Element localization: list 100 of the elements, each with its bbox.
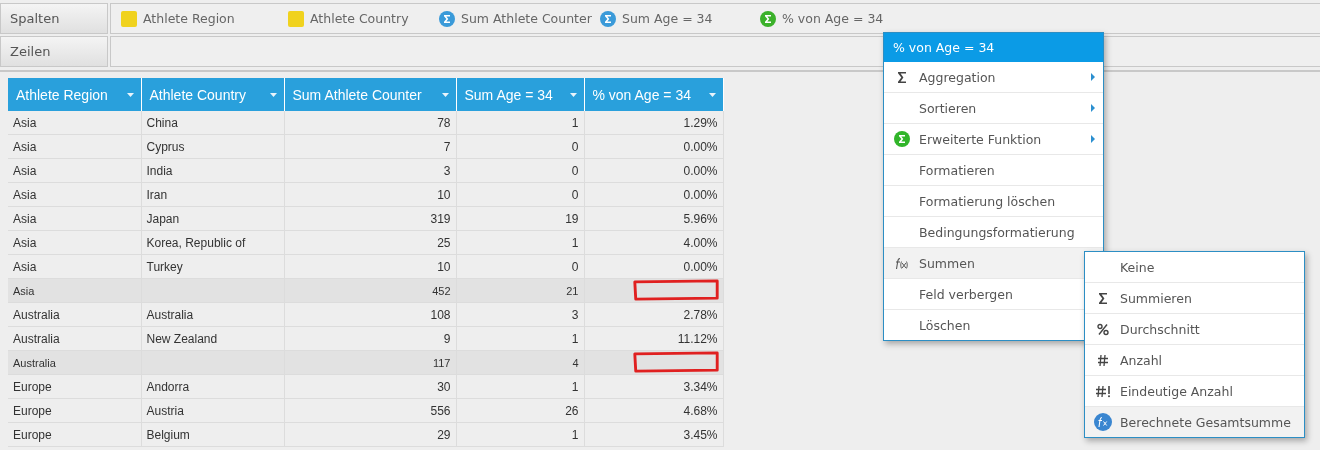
table-cell: 3 [443,163,451,178]
table-cell: 25 [437,235,451,250]
sigma-icon [439,10,455,27]
menu-item[interactable]: Keine [1085,252,1304,283]
table-cell: China [146,115,178,130]
hash-icon [1096,353,1109,367]
shelf-label: Zeilen [0,36,108,67]
subtotal-cell: Australia [13,356,56,369]
shelf-label: Spalten [0,3,108,34]
menu-item[interactable]: Durchschnitt [1085,314,1304,345]
table-cell: Asia [13,163,37,178]
table-cell: 2.78% [683,307,718,322]
table-cell: Asia [13,115,37,130]
sigma-icon [1097,291,1108,305]
table-cell: New Zealand [146,331,218,346]
menu-item[interactable]: Formatieren [884,155,1103,186]
table-cell: Belgium [146,427,190,442]
table-cell: Europe [13,427,52,442]
field-chip[interactable]: Sum Age = 34 [622,11,713,26]
menu-item[interactable]: Berechnete Gesamtsumme [1085,407,1304,437]
table-cell: 0 [571,187,579,202]
function-icon [894,255,909,271]
sigma-icon [760,10,776,27]
table-cell: 3.45% [683,427,718,442]
table-cell: 4.00% [683,235,718,250]
function-icon [1093,413,1112,431]
caret-icon [708,93,716,97]
table-cell: 19 [565,211,579,226]
table-cell: 26 [565,403,579,418]
table-cell: 1 [571,379,579,394]
menu-item[interactable]: Anzahl [1085,345,1304,376]
subtotal-cell: 21 [566,284,579,297]
menu-item[interactable]: Formatierung löschen [884,186,1103,217]
hash-icon [1094,384,1111,398]
table-cell: Asia [13,187,37,202]
subtotal-cell: 4 [572,356,579,369]
table-cell: Turkey [146,259,183,274]
table-cell: 1.29% [683,115,718,130]
table-cell: 0.00% [683,139,718,154]
table-cell: Europe [13,403,52,418]
table-cell: Korea, Republic of [146,235,246,250]
sigma-icon [896,70,907,84]
field-chip[interactable]: Athlete Country [310,11,409,26]
table-cell: 10 [437,259,451,274]
table-cell: Cyprus [146,139,185,154]
table-cell: Iran [146,187,168,202]
table-cell: 30 [437,379,451,394]
shelf-drop-area[interactable]: Athlete Region Athlete Country Sum Athlete Counter Sum Age = 34 % von Age = 34 [110,3,1320,34]
table-cell: 1 [571,235,579,250]
table-cell: Asia [13,139,37,154]
table-cell: 0.00% [683,259,718,274]
table-cell: 4.68% [683,403,718,418]
table-cell: 5.96% [683,211,718,226]
table-cell: 1 [571,331,579,346]
menu-item[interactable]: Erweiterte Funktion [884,124,1103,155]
table-cell: 7 [443,139,451,154]
table-cell: 0 [571,259,579,274]
menu-title: % von Age = 34 [884,33,1103,62]
table-cell: 0 [571,139,579,154]
table-cell: 108 [430,307,451,322]
subtotal-cell: 117 [432,356,451,369]
table-cell: 29 [437,427,451,442]
table-cell: 1 [571,427,579,442]
table-cell: Japan [146,211,180,226]
table-cell: 319 [430,211,451,226]
table-cell: Australia [13,331,60,346]
menu-item[interactable]: Summieren [1085,283,1304,314]
square-icon [288,10,304,27]
field-chip[interactable]: Athlete Region [143,11,235,26]
table-cell: Asia [13,235,37,250]
sigma-icon [893,131,910,147]
table-cell: Australia [13,307,60,322]
percent-icon [1096,322,1109,336]
square-icon [121,10,137,27]
subtotal-cell: Asia [13,284,35,297]
table-cell: India [146,163,173,178]
table-cell: 3 [571,307,579,322]
table-cell: 0.00% [683,187,718,202]
table-cell: 556 [430,403,451,418]
field-chip[interactable]: Sum Athlete Counter [461,11,592,26]
caret-icon [126,93,134,97]
table-cell: 10 [437,187,451,202]
table-cell: 0 [571,163,579,178]
caret-icon [441,93,449,97]
table-cell: 1 [571,115,579,130]
caret-icon [269,93,277,97]
sigma-icon [600,10,616,27]
menu-item[interactable]: Aggregation [884,62,1103,93]
field-chip[interactable]: % von Age = 34 [782,11,884,26]
table-cell: Asia [13,211,37,226]
table-cell: Asia [13,259,37,274]
table-cell: 11.12% [677,331,718,346]
subtotal-cell: 452 [432,284,451,297]
table-cell: Austria [146,403,184,418]
menu-item[interactable]: Sortieren [884,93,1103,124]
table-cell: 3.34% [683,379,718,394]
table-cell: Europe [13,379,52,394]
table-cell: Andorra [146,379,190,394]
menu-item[interactable]: Summen [884,248,1103,279]
table-cell: 0.00% [683,163,718,178]
